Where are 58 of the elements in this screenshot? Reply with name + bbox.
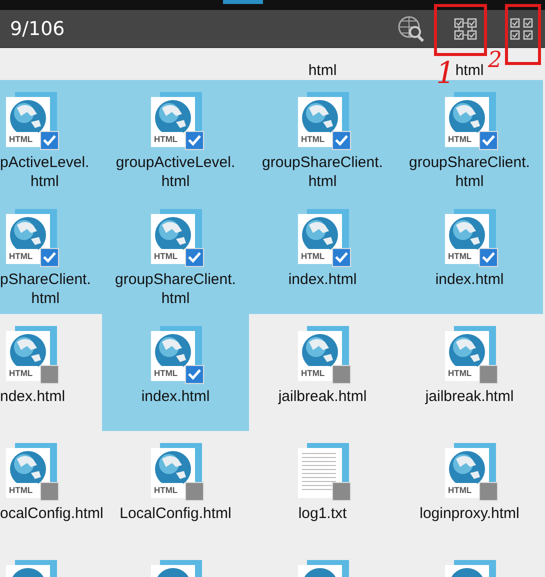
select-range-icon — [453, 16, 479, 40]
file-item[interactable]: HTML jailbreak.html — [249, 314, 396, 431]
file-item[interactable]: HTML pShareClient. html — [0, 197, 102, 314]
checkbox[interactable] — [40, 365, 59, 384]
checkbox[interactable] — [332, 131, 350, 150]
file-name: html — [455, 61, 484, 80]
file-item[interactable]: HTML ocalConfig.html — [0, 431, 102, 548]
annotation-number: 2 — [488, 48, 502, 73]
checkbox[interactable] — [184, 131, 204, 150]
checkbox[interactable] — [40, 131, 59, 150]
file-name: loginproxy.html — [420, 504, 520, 523]
file-name: jailbreak.html — [278, 387, 367, 406]
file-name: index.html — [141, 387, 210, 406]
highlight-frame — [505, 4, 541, 65]
file-item[interactable]: HTML ndex.html — [0, 314, 102, 431]
file-name: groupShareClient. html — [262, 153, 383, 191]
file-name: groupActiveLevel. html — [116, 153, 236, 191]
file-name: LocalConfig.html — [120, 504, 232, 523]
checkbox[interactable] — [478, 248, 498, 267]
file-item[interactable]: HTML index.html — [102, 314, 249, 431]
checkbox[interactable] — [478, 131, 498, 150]
select-all-button[interactable] — [509, 16, 535, 40]
checkbox[interactable] — [184, 482, 204, 501]
file-name: ocalConfig.html — [0, 504, 104, 523]
file-item[interactable]: HTML index.html — [249, 197, 396, 314]
file-name: html — [308, 61, 337, 80]
checkbox[interactable] — [332, 482, 350, 501]
file-name: ndex.html — [0, 387, 66, 406]
file-name: pShareClient. html — [0, 270, 91, 308]
file-item[interactable]: HTML jailbreak.html — [396, 314, 543, 431]
file-item[interactable]: HTML loginproxy.html — [396, 431, 543, 548]
file-item[interactable]: log1.txt — [249, 431, 396, 548]
checkbox[interactable] — [478, 482, 498, 501]
file-item[interactable]: HTML groupShareClient. html — [249, 80, 396, 197]
file-name: log1.txt — [298, 504, 347, 523]
file-item[interactable]: HTML groupActiveLevel. html — [102, 80, 249, 197]
checkbox[interactable] — [40, 248, 59, 267]
file-name: index.html — [288, 270, 357, 289]
checkbox[interactable] — [332, 248, 350, 267]
web-search-button[interactable] — [397, 14, 425, 42]
file-name: pActiveLevel. html — [0, 153, 90, 191]
checkbox[interactable] — [332, 365, 350, 384]
file-item[interactable]: HTML pActiveLevel. html — [0, 80, 102, 197]
file-name: groupShareClient. html — [115, 270, 236, 308]
checkbox[interactable] — [478, 365, 498, 384]
file-item[interactable]: HTML index.html — [396, 197, 543, 314]
checkbox[interactable] — [40, 482, 59, 501]
file-item[interactable]: HTML LocalConfig.html — [102, 431, 249, 548]
select-range-button[interactable] — [453, 16, 479, 40]
file-name: index.html — [435, 270, 504, 289]
selection-count: 9/106 — [10, 18, 66, 40]
checkbox[interactable] — [184, 248, 204, 267]
highlight-frame — [434, 4, 487, 56]
select-all-icon — [509, 16, 535, 40]
checkbox[interactable] — [184, 365, 204, 384]
file-name: jailbreak.html — [425, 387, 514, 406]
file-name: groupShareClient. html — [409, 153, 530, 191]
file-item[interactable]: HTML groupShareClient. html — [102, 197, 249, 314]
